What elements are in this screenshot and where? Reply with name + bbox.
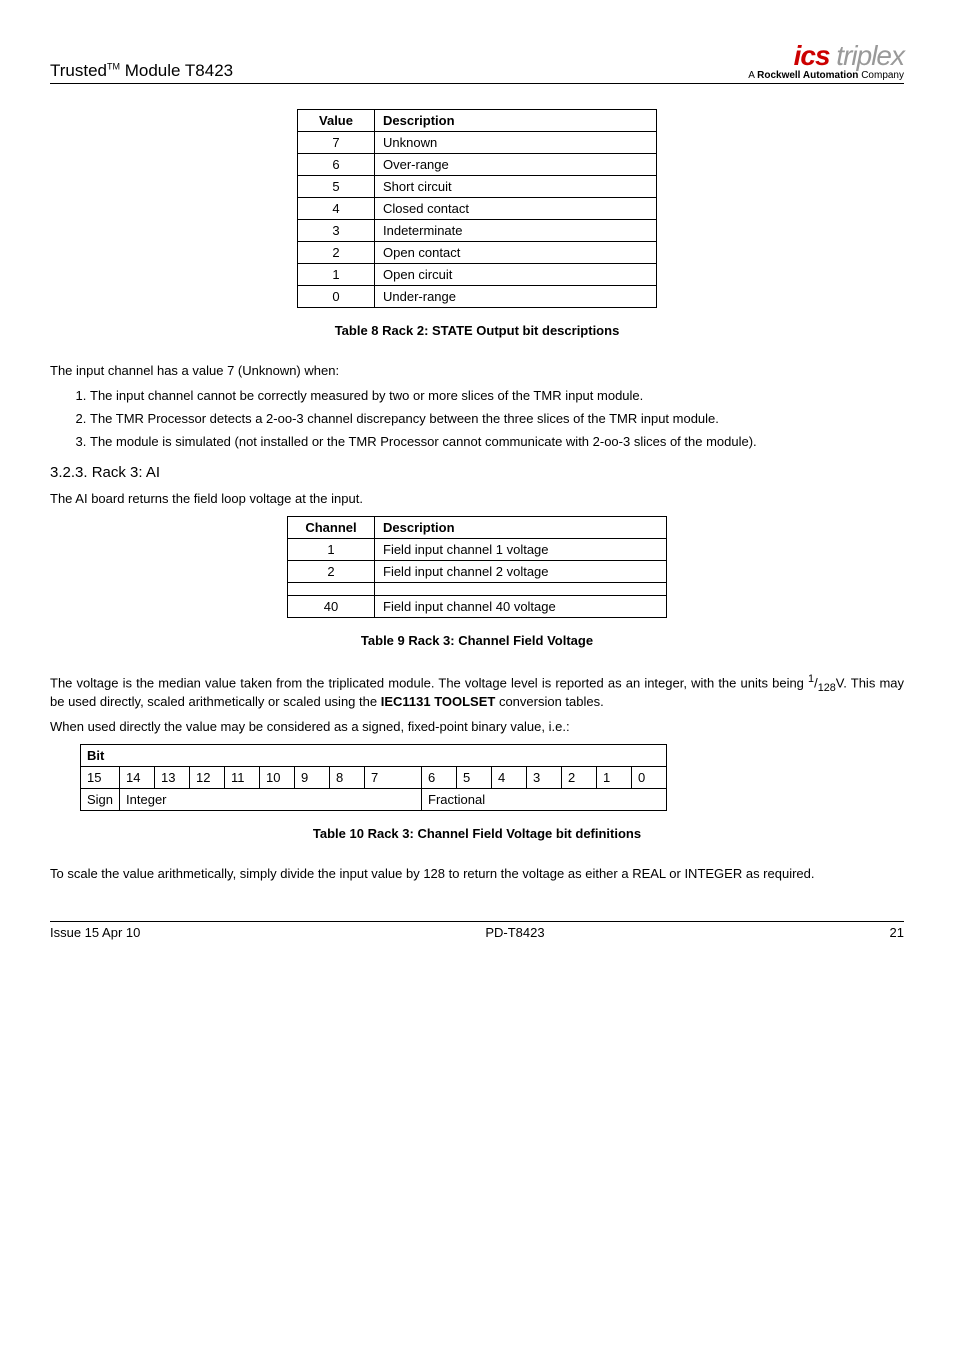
footer-left: Issue 15 Apr 10 (50, 925, 140, 940)
list-item: The TMR Processor detects a 2-oo-3 chann… (90, 411, 904, 426)
tagline: A Rockwell Automation Company (748, 70, 904, 81)
page-footer: Issue 15 Apr 10 PD-T8423 21 (50, 921, 904, 940)
table-10-caption: Table 10 Rack 3: Channel Field Voltage b… (50, 826, 904, 841)
logo-ics: ics (794, 40, 830, 71)
footer-mid: PD-T8423 (485, 925, 544, 940)
table-9-caption: Table 9 Rack 3: Channel Field Voltage (50, 633, 904, 648)
bit-header-row: 15 14 13 12 11 10 9 8 7 6 5 4 3 2 1 0 (81, 766, 667, 788)
t8-h1: Value (298, 110, 375, 132)
bit-title: Bit (81, 744, 667, 766)
table-8-caption: Table 8 Rack 2: STATE Output bit descrip… (50, 323, 904, 338)
para-voltage-desc: The voltage is the median value taken fr… (50, 673, 904, 709)
logo-triplex: triplex (830, 40, 904, 71)
para-direct-use: When used directly the value may be cons… (50, 719, 904, 734)
footer-right: 21 (890, 925, 904, 940)
table-10-bits: Bit 15 14 13 12 11 10 9 8 7 6 5 4 3 2 1 … (80, 744, 667, 811)
tm: TM (107, 61, 120, 71)
list-item: The module is simulated (not installed o… (90, 434, 904, 449)
header-logo-block: ics triplex A Rockwell Automation Compan… (748, 40, 904, 81)
logo: ics triplex (748, 40, 904, 72)
t9-h2: Description (375, 517, 667, 539)
page-header: TrustedTM Module T8423 ics triplex A Roc… (50, 40, 904, 84)
unknown-conditions-list: The input channel cannot be correctly me… (90, 388, 904, 449)
para-ai-intro: The AI board returns the field loop volt… (50, 491, 904, 506)
header-product: TrustedTM Module T8423 (50, 61, 233, 81)
list-item: The input channel cannot be correctly me… (90, 388, 904, 403)
table-9: ChannelDescription 1Field input channel … (287, 516, 667, 618)
fractional-cell: Fractional (422, 788, 667, 810)
t8-h2: Description (375, 110, 657, 132)
integer-cell: Integer (120, 788, 422, 810)
product-name: Trusted (50, 61, 107, 80)
table-8: ValueDescription 7Unknown 6Over-range 5S… (297, 109, 657, 308)
module-id: Module T8423 (120, 61, 233, 80)
para-unknown-intro: The input channel has a value 7 (Unknown… (50, 363, 904, 378)
section-heading: 3.2.3. Rack 3: AI (50, 464, 904, 481)
bit-group-row: Sign Integer Fractional (81, 788, 667, 810)
para-scale: To scale the value arithmetically, simpl… (50, 866, 904, 881)
sign-cell: Sign (81, 788, 120, 810)
t9-h1: Channel (288, 517, 375, 539)
